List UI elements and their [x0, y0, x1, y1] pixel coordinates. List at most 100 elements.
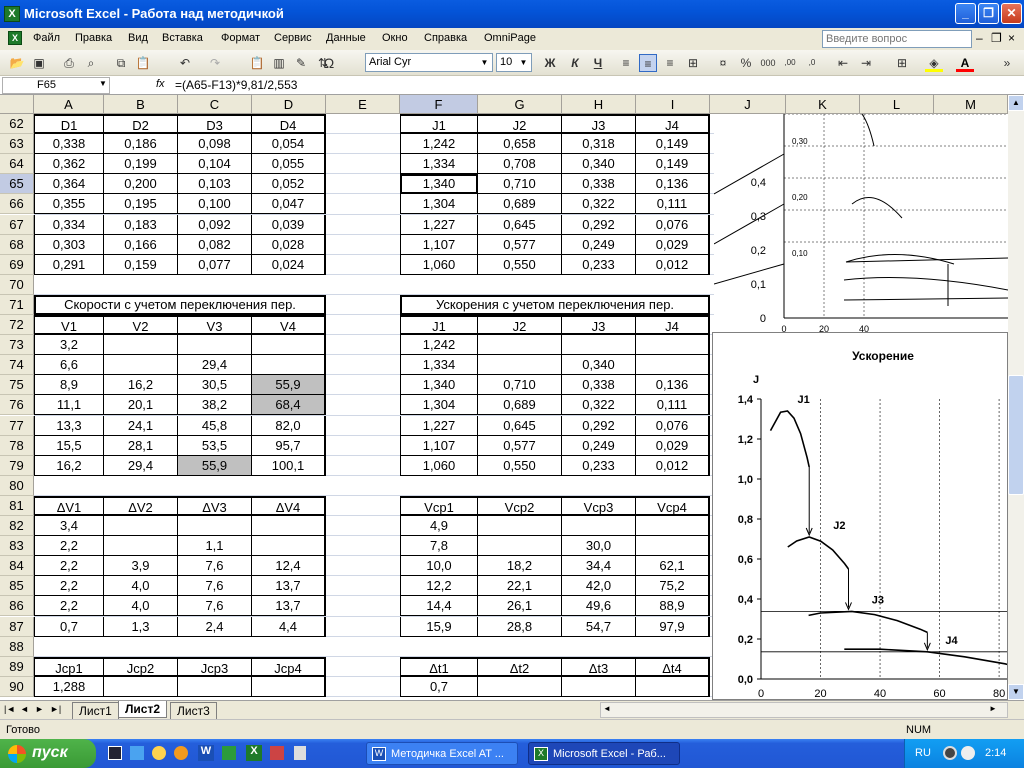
print-preview-icon[interactable]: ⌕	[82, 54, 100, 72]
cell-H74[interactable]: 0,340	[562, 355, 636, 376]
cell-F67[interactable]: 1,227	[400, 214, 478, 235]
cell-G68[interactable]: 0,577	[478, 234, 562, 255]
word-icon[interactable]: W	[198, 745, 214, 761]
font-size-select[interactable]: 10 ▼	[496, 53, 532, 72]
cell-I62[interactable]: J4	[636, 114, 710, 135]
symbol-icon[interactable]: Ω	[320, 54, 338, 72]
cell-A89[interactable]: Jcp1	[34, 656, 104, 677]
speed-table-title[interactable]: Скорости с учетом переключения пер.	[34, 294, 326, 315]
cell-F82[interactable]: 4,9	[400, 516, 478, 537]
cell-H73[interactable]	[562, 335, 636, 356]
cell-B84[interactable]: 3,9	[104, 556, 178, 577]
column-header[interactable]: B	[104, 95, 178, 114]
cell-D73[interactable]	[252, 335, 326, 356]
cell-A86[interactable]: 2,2	[34, 596, 104, 617]
cell-D76[interactable]: 68,4	[252, 395, 326, 416]
fill-color-icon[interactable]: ◈	[925, 54, 943, 72]
cell-F65[interactable]: 1,340	[400, 174, 478, 195]
cell-D72[interactable]: V4	[252, 315, 326, 336]
currency-icon[interactable]: ¤	[714, 54, 732, 72]
cell-I66[interactable]: 0,111	[636, 194, 710, 215]
row-header[interactable]: 63	[0, 134, 34, 155]
cell-H87[interactable]: 54,7	[562, 616, 636, 637]
cell-A81[interactable]: ΔV1	[34, 495, 104, 516]
row-header[interactable]: 84	[0, 556, 34, 577]
cell-G75[interactable]: 0,710	[478, 375, 562, 396]
menu-data[interactable]: Данные	[326, 32, 366, 44]
taskbar-word-doc[interactable]: W Методичка Excel AT ...	[366, 742, 518, 765]
borders-icon[interactable]: ⊞	[893, 54, 911, 72]
cell-C89[interactable]: Jcp3	[178, 656, 252, 677]
align-left-icon[interactable]: ≡	[617, 54, 635, 72]
cell-H66[interactable]: 0,322	[562, 194, 636, 215]
column-header[interactable]: F	[400, 95, 478, 114]
menu-help[interactable]: Справка	[424, 32, 467, 44]
cell-F90[interactable]: 0,7	[400, 676, 478, 697]
row-header[interactable]: 77	[0, 415, 34, 436]
row-header[interactable]: 88	[0, 636, 34, 657]
cell-I68[interactable]: 0,029	[636, 234, 710, 255]
cell-I84[interactable]: 62,1	[636, 556, 710, 577]
select-all-corner[interactable]	[0, 95, 34, 114]
last-sheet-icon[interactable]: ►|	[50, 704, 61, 714]
cell-F63[interactable]: 1,242	[400, 134, 478, 155]
next-sheet-icon[interactable]: ►	[35, 704, 44, 714]
cell-F79[interactable]: 1,060	[400, 455, 478, 476]
cell-I67[interactable]: 0,076	[636, 214, 710, 235]
cell-I75[interactable]: 0,136	[636, 375, 710, 396]
cell-H76[interactable]: 0,322	[562, 395, 636, 416]
cell-A76[interactable]: 11,1	[34, 395, 104, 416]
vertical-scrollbar[interactable]: ▲ ▼	[1008, 95, 1024, 700]
drawing-icon[interactable]: ✎	[292, 54, 310, 72]
cell-C63[interactable]: 0,098	[178, 134, 252, 155]
row-header[interactable]: 81	[0, 495, 34, 516]
cell-B86[interactable]: 4,0	[104, 596, 178, 617]
column-header[interactable]: L	[860, 95, 934, 114]
cell-B68[interactable]: 0,166	[104, 234, 178, 255]
cell-I85[interactable]: 75,2	[636, 576, 710, 597]
cell-I79[interactable]: 0,012	[636, 455, 710, 476]
cell-A82[interactable]: 3,4	[34, 516, 104, 537]
cell-B79[interactable]: 29,4	[104, 455, 178, 476]
cell-F87[interactable]: 15,9	[400, 616, 478, 637]
cell-D69[interactable]: 0,024	[252, 254, 326, 275]
cell-C73[interactable]	[178, 335, 252, 356]
cell-B64[interactable]: 0,199	[104, 154, 178, 175]
cell-B89[interactable]: Jcp2	[104, 656, 178, 677]
cell-B74[interactable]	[104, 355, 178, 376]
cell-D81[interactable]: ΔV4	[252, 495, 326, 516]
cell-F81[interactable]: Vcp1	[400, 495, 478, 516]
cell-D84[interactable]: 12,4	[252, 556, 326, 577]
cell-H63[interactable]: 0,318	[562, 134, 636, 155]
row-header[interactable]: 76	[0, 395, 34, 416]
cell-C81[interactable]: ΔV3	[178, 495, 252, 516]
worksheet-grid[interactable]: 62 D1 D2 D3 D4 J1 J2 J3 J4 63 0,338 0,186 0,098 0,054…	[0, 114, 1008, 700]
row-header[interactable]: 86	[0, 596, 34, 617]
cell-A68[interactable]: 0,303	[34, 234, 104, 255]
cell-C72[interactable]: V3	[178, 315, 252, 336]
media-player-icon[interactable]	[174, 746, 188, 760]
cell-C84[interactable]: 7,6	[178, 556, 252, 577]
cell-G82[interactable]	[478, 516, 562, 537]
row-header[interactable]: 65	[0, 174, 34, 195]
cell-C68[interactable]: 0,082	[178, 234, 252, 255]
quicklaunch-icon[interactable]	[152, 746, 166, 760]
cell-H64[interactable]: 0,340	[562, 154, 636, 175]
column-header[interactable]: E	[326, 95, 400, 114]
cell-F68[interactable]: 1,107	[400, 234, 478, 255]
cell-F66[interactable]: 1,304	[400, 194, 478, 215]
cell-I89[interactable]: Δt4	[636, 656, 710, 677]
print-icon[interactable]: ⎙	[60, 54, 78, 72]
function-icon[interactable]: fx	[156, 78, 165, 90]
tray-icon[interactable]	[943, 746, 957, 760]
cell-A78[interactable]: 15,5	[34, 435, 104, 456]
cell-A64[interactable]: 0,362	[34, 154, 104, 175]
cell-H85[interactable]: 42,0	[562, 576, 636, 597]
menu-tools[interactable]: Сервис	[274, 32, 312, 44]
prev-sheet-icon[interactable]: ◄	[20, 704, 29, 714]
cell-D66[interactable]: 0,047	[252, 194, 326, 215]
cell-B73[interactable]	[104, 335, 178, 356]
increase-indent-icon[interactable]: ⇥	[857, 54, 875, 72]
cell-B83[interactable]	[104, 536, 178, 557]
cell-G78[interactable]: 0,577	[478, 435, 562, 456]
